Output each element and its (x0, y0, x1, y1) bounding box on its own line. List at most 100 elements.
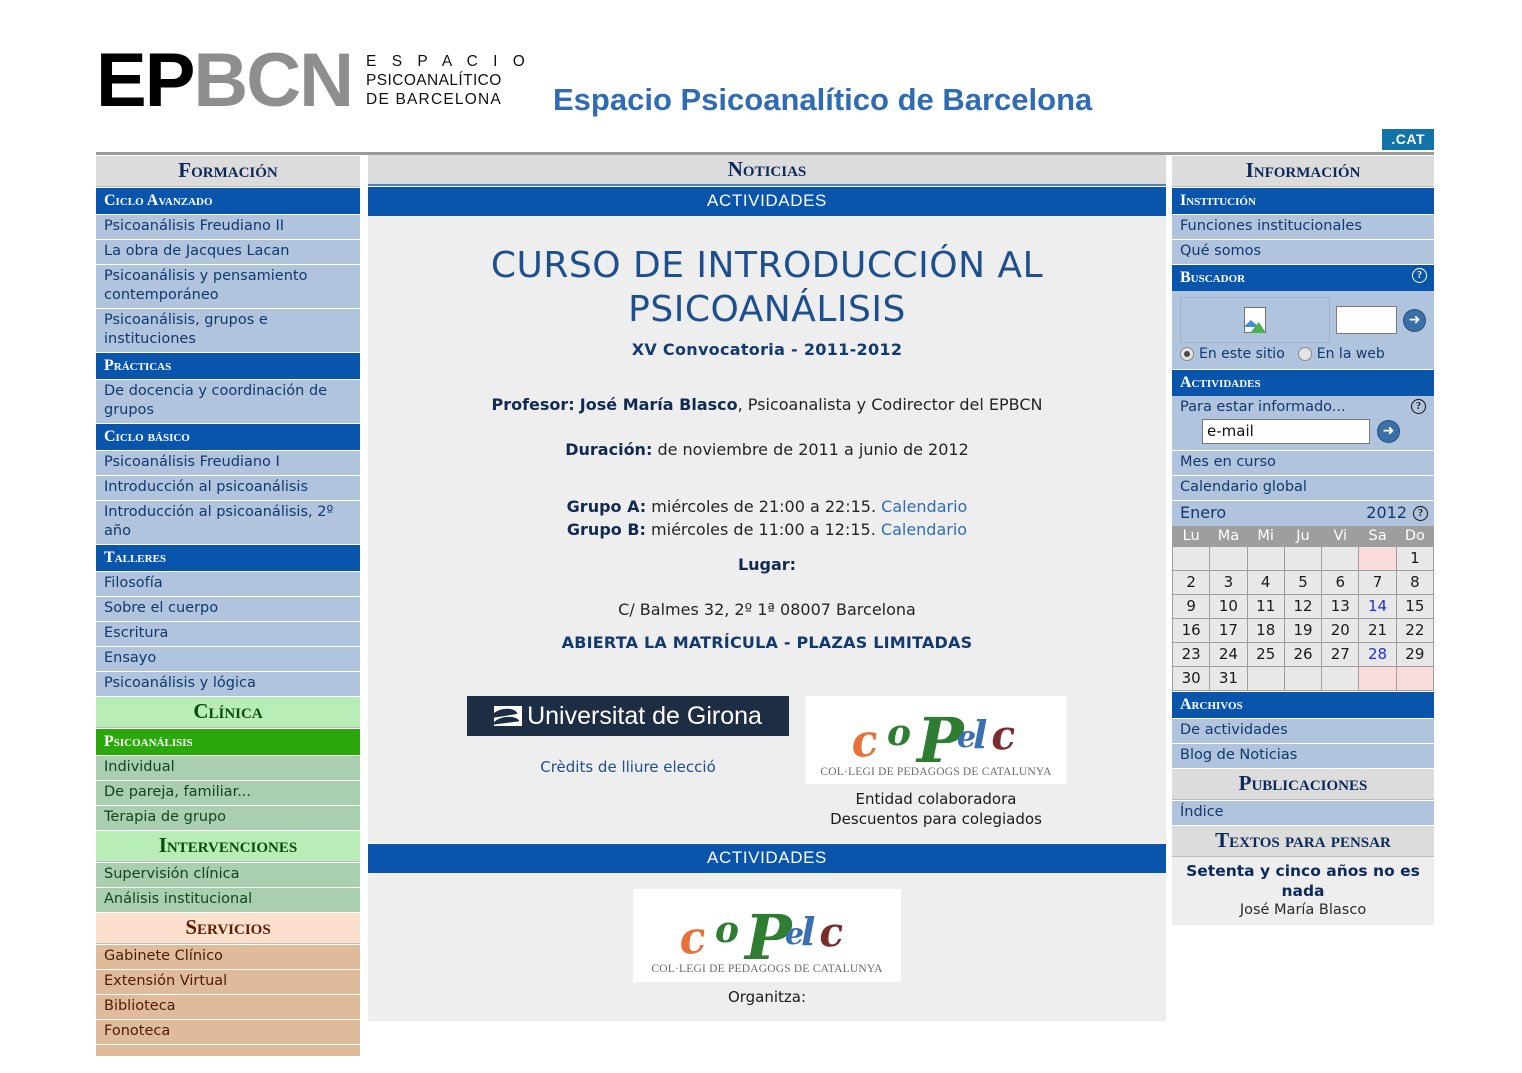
clinica-item-1[interactable]: De pareja, familiar... (96, 780, 360, 805)
servicios-item-3[interactable]: Fonoteca (96, 1019, 360, 1044)
calendar-day-11[interactable]: 11 (1247, 595, 1284, 618)
calendar-day-31[interactable]: 31 (1210, 667, 1247, 690)
calendar-day-27[interactable]: 27 (1322, 643, 1359, 666)
calendar-day-19[interactable]: 19 (1284, 619, 1322, 642)
calendar-day-empty-5-2 (1247, 667, 1284, 690)
institucion-item-0[interactable]: Funciones institucionales (1172, 214, 1434, 239)
formacion-item-0-3[interactable]: Psicoanálisis, grupos e instituciones (96, 308, 360, 352)
intervenciones-title: Intervenciones (96, 830, 360, 862)
formacion-item-3-1[interactable]: Sobre el cuerpo (96, 596, 360, 621)
calendar-day-25[interactable]: 25 (1247, 643, 1284, 666)
language-cat-button[interactable]: .CAT (1382, 129, 1434, 150)
calendar-day-13[interactable]: 13 (1322, 595, 1359, 618)
formacion-item-3-2[interactable]: Escritura (96, 621, 360, 646)
calendar-day-2[interactable]: 2 (1173, 571, 1210, 594)
formacion-group-head-0[interactable]: Ciclo Avanzado (96, 187, 360, 214)
calendar-day-22[interactable]: 22 (1396, 619, 1433, 642)
calendar-year[interactable]: 2012 (1366, 502, 1407, 524)
calendar-day-4[interactable]: 4 (1247, 571, 1284, 594)
formacion-item-2-0[interactable]: Psicoanálisis Freudiano I (96, 450, 360, 475)
clinica-head-psicoanalisis[interactable]: Psicoanálisis (96, 728, 360, 755)
textos-body[interactable]: Setenta y cinco años no es nada José Mar… (1172, 857, 1434, 925)
copec-organizer-block[interactable]: c o P e l c COL·LEGI DE PEDAGOGS DE CATA… (633, 889, 901, 1007)
actividades-bar-top[interactable]: ACTIVIDADES (368, 186, 1166, 216)
newsletter-submit-arrow-icon[interactable]: ➜ (1377, 420, 1400, 443)
archivos-item-1[interactable]: Blog de Noticias (1172, 743, 1434, 768)
formacion-group-head-1[interactable]: Prácticas (96, 352, 360, 379)
calendar-day-17[interactable]: 17 (1210, 619, 1247, 642)
calendar-day-30[interactable]: 30 (1173, 667, 1210, 690)
sidebar-left: Formación Ciclo Avanzado Psicoanálisis Fr… (96, 155, 360, 1056)
calendar-day-1[interactable]: 1 (1396, 547, 1433, 570)
calendar-day-16[interactable]: 16 (1173, 619, 1210, 642)
clinica-item-2[interactable]: Terapia de grupo (96, 805, 360, 830)
calendar-day-8[interactable]: 8 (1396, 571, 1433, 594)
formacion-item-3-0[interactable]: Filosofía (96, 571, 360, 596)
actividades-bar-bottom[interactable]: ACTIVIDADES (368, 843, 1166, 873)
actividades-item-1[interactable]: Calendario global (1172, 475, 1434, 500)
search-input[interactable] (1336, 306, 1398, 334)
formacion-group-head-3[interactable]: Talleres (96, 544, 360, 571)
institucion-head[interactable]: Institución (1172, 187, 1434, 214)
calendar-day-10[interactable]: 10 (1210, 595, 1247, 618)
clinica-item-0[interactable]: Individual (96, 755, 360, 780)
intervenciones-item-1[interactable]: Análisis institucional (96, 887, 360, 912)
calendar-day-26[interactable]: 26 (1284, 643, 1322, 666)
formacion-item-2-2[interactable]: Introducción al psicoanálisis, 2º año (96, 500, 360, 544)
calendar-month[interactable]: Enero (1180, 502, 1226, 524)
servicios-item-2[interactable]: Biblioteca (96, 994, 360, 1019)
logo-subtitle-line3: DE BARCELONA (366, 91, 502, 108)
formacion-item-0-0[interactable]: Psicoanálisis Freudiano II (96, 214, 360, 239)
servicios-item-0[interactable]: Gabinete Clínico (96, 944, 360, 969)
formacion-item-2-1[interactable]: Introducción al psicoanálisis (96, 475, 360, 500)
calendar-day-5[interactable]: 5 (1284, 571, 1322, 594)
textos-title: Textos para pensar (1172, 825, 1434, 857)
calendar-day-29[interactable]: 29 (1396, 643, 1433, 666)
calendar-day-18[interactable]: 18 (1247, 619, 1284, 642)
professor-name[interactable]: José María Blasco (580, 395, 738, 414)
institucion-item-1[interactable]: Qué somos (1172, 239, 1434, 264)
publicaciones-item-0[interactable]: Índice (1172, 800, 1434, 825)
help-icon-newsletter[interactable]: ? (1411, 399, 1426, 414)
help-icon-buscador[interactable]: ? (1412, 268, 1427, 283)
email-input[interactable]: e-mail (1202, 419, 1370, 444)
copec-logo-block[interactable]: c o P e l c COL·LEGI DE PEDAGOGS DE CATA… (805, 696, 1067, 829)
calendar-day-20[interactable]: 20 (1322, 619, 1359, 642)
calendar-day-23[interactable]: 23 (1173, 643, 1210, 666)
radio-en-este-sitio[interactable] (1180, 347, 1194, 361)
calendar-day-3[interactable]: 3 (1210, 571, 1247, 594)
calendar-day-15[interactable]: 15 (1396, 595, 1433, 618)
buscador-head[interactable]: Buscador ? (1172, 264, 1434, 291)
calendar-day-9[interactable]: 9 (1173, 595, 1210, 618)
servicios-item-cutoff[interactable] (96, 1044, 360, 1056)
calendar-day-24[interactable]: 24 (1210, 643, 1247, 666)
calendar-day-28[interactable]: 28 (1359, 643, 1396, 666)
actividades-item-0[interactable]: Mes en curso (1172, 450, 1434, 475)
help-icon-calendar[interactable]: ? (1413, 505, 1428, 521)
formacion-item-0-1[interactable]: La obra de Jacques Lacan (96, 239, 360, 264)
calendar-day-6[interactable]: 6 (1322, 571, 1359, 594)
formacion-item-3-4[interactable]: Psicoanálisis y lógica (96, 671, 360, 696)
epbcn-logo[interactable]: EPBCN E S P A C I O PSICOANALÍTICO DE BA… (96, 43, 530, 119)
organizer-section: c o P e l c COL·LEGI DE PEDAGOGS DE CATA… (368, 873, 1166, 1021)
udg-logo-block[interactable]: Universitat de Girona Crèdits de lliure … (467, 696, 789, 776)
page-title: Espacio Psicoanalítico de Barcelona (553, 82, 1093, 117)
group-a-calendar-link[interactable]: Calendario (881, 497, 967, 516)
servicios-item-1[interactable]: Extensión Virtual (96, 969, 360, 994)
radio-en-la-web[interactable] (1297, 347, 1312, 361)
search-submit-arrow-icon[interactable]: ➜ (1403, 308, 1426, 332)
formacion-group-head-2[interactable]: Ciclo básico (96, 423, 360, 450)
calendar-day-12[interactable]: 12 (1284, 595, 1322, 618)
archivos-head[interactable]: Archivos (1172, 691, 1434, 718)
calendar-day-21[interactable]: 21 (1359, 619, 1396, 642)
archivos-item-0[interactable]: De actividades (1172, 718, 1434, 743)
formacion-item-3-3[interactable]: Ensayo (96, 646, 360, 671)
activity-content: CURSO DE INTRODUCCIÓN AL PSICOANÁLISIS X… (368, 216, 1166, 843)
group-b-calendar-link[interactable]: Calendario (881, 520, 967, 539)
actividades-head[interactable]: Actividades (1172, 369, 1434, 396)
calendar-day-14[interactable]: 14 (1359, 595, 1396, 618)
formacion-item-1-0[interactable]: De docencia y coordinación de grupos (96, 379, 360, 423)
formacion-item-0-2[interactable]: Psicoanálisis y pensamiento contemporáne… (96, 264, 360, 308)
calendar-day-7[interactable]: 7 (1359, 571, 1396, 594)
intervenciones-item-0[interactable]: Supervisión clínica (96, 862, 360, 887)
